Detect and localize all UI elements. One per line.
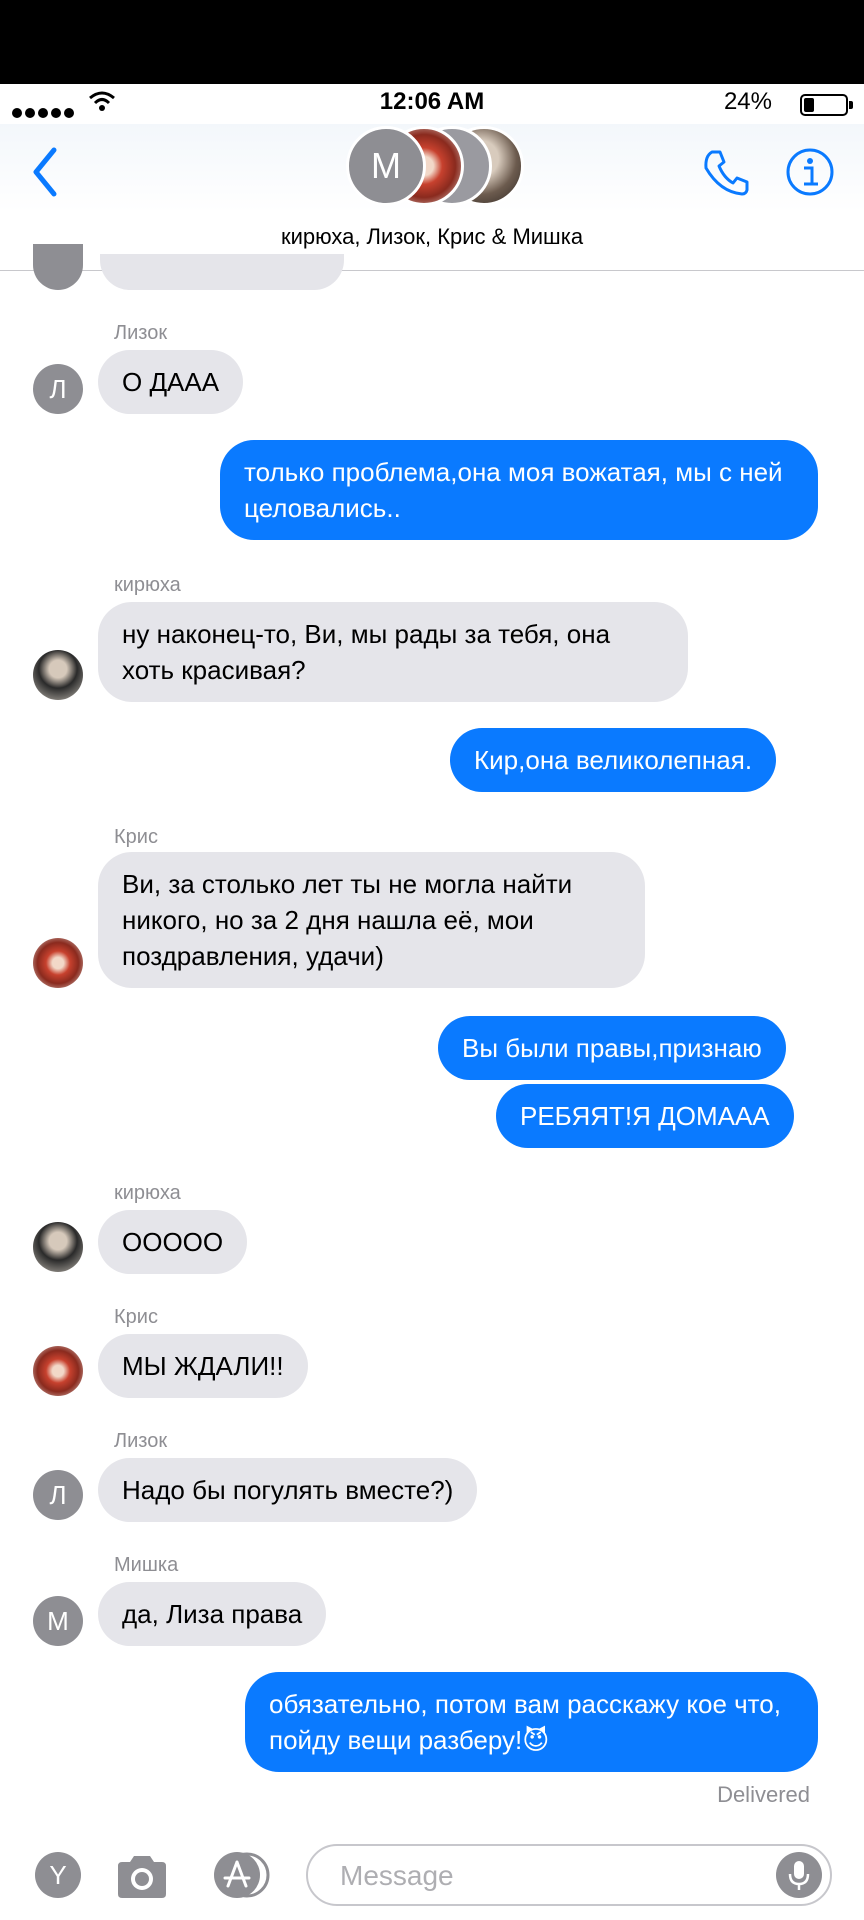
profile-avatar-button[interactable]: Y <box>35 1852 81 1898</box>
delivered-status: Delivered <box>717 1782 810 1807</box>
sender-name: кирюха <box>114 574 181 596</box>
message-bubble[interactable]: только проблема,она моя вожатая, мы с не… <box>220 440 818 540</box>
mic-icon[interactable] <box>776 1852 822 1898</box>
sender-name: кирюха <box>114 1182 181 1204</box>
message-bubble[interactable]: МЫ ЖДАЛИ!! <box>98 1334 308 1398</box>
phone-icon[interactable] <box>700 146 752 198</box>
message-input[interactable] <box>338 1856 762 1896</box>
message-bubble[interactable]: РЕБЯЯТ!Я ДОМААА <box>496 1084 794 1148</box>
message-bubble[interactable]: Вы были правы,признаю <box>438 1016 786 1080</box>
group-names[interactable]: кирюха, Лизок, Крис & Мишка <box>0 224 864 250</box>
group-avatar-lead: М <box>346 126 426 206</box>
message-bubble[interactable]: ООООО <box>98 1210 248 1274</box>
sender-name: Мишка <box>114 1554 179 1576</box>
avatar <box>33 650 83 700</box>
info-icon[interactable] <box>784 146 836 198</box>
conversation-header: М кирюха, Лизок, Крис & Мишка <box>0 124 864 271</box>
avatar <box>33 1222 83 1272</box>
top-black-bar <box>0 0 864 84</box>
message-bubble[interactable]: О ДААА <box>98 350 244 414</box>
avatar <box>33 938 83 988</box>
sender-name: Крис <box>114 826 158 848</box>
battery-icon <box>800 94 853 116</box>
chevron-left-icon[interactable] <box>22 142 72 202</box>
message-field[interactable] <box>306 1844 832 1906</box>
message-input-bar: Y <box>0 1830 864 1920</box>
avatar: М <box>33 1596 83 1646</box>
avatar: Л <box>33 364 83 414</box>
battery-percent: 24% <box>723 88 772 115</box>
message-bubble[interactable]: Ви, за столько лет ты не могла найти ник… <box>98 852 645 988</box>
sender-name: Крис <box>114 1306 158 1328</box>
status-bar: 12:06 AM 24% <box>0 84 864 124</box>
camera-icon[interactable] <box>114 1852 170 1900</box>
message-bubble[interactable]: обязательно, потом вам расскажу кое что,… <box>245 1672 818 1772</box>
partial-avatar <box>33 244 83 290</box>
message-bubble[interactable]: да, Лиза права <box>98 1582 327 1646</box>
avatar <box>33 1346 83 1396</box>
message-bubble[interactable]: Надо бы погулять вместе?) <box>98 1458 478 1522</box>
sender-name: Лизок <box>114 322 168 344</box>
partial-message-bubble <box>100 254 344 290</box>
group-avatars[interactable]: М <box>346 124 526 210</box>
app-store-icon[interactable] <box>210 1850 276 1900</box>
message-bubble[interactable]: ну наконец-то, Ви, мы рады за тебя, она … <box>98 602 688 702</box>
avatar: Л <box>33 1470 83 1520</box>
message-bubble[interactable]: Кир,она великолепная. <box>450 728 777 792</box>
sender-name: Лизок <box>114 1430 168 1452</box>
